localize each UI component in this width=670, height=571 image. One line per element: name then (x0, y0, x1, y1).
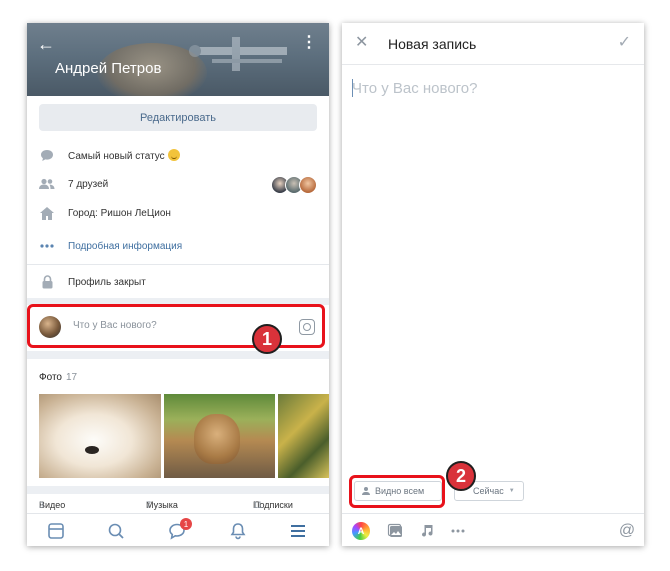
photo-thumbnail-cub[interactable] (164, 394, 275, 478)
photo-thumbnail-fox[interactable] (39, 394, 161, 478)
post-attachments-toolbar: A @ (342, 513, 644, 546)
menu-icon[interactable] (289, 522, 307, 540)
divider (27, 264, 329, 265)
friends-row[interactable]: 7 друзей (27, 170, 329, 198)
profile-cover: ← ⋮ Андрей Петров (27, 23, 329, 96)
friends-avatars[interactable] (271, 176, 317, 194)
lock-icon (39, 274, 55, 290)
notifications-icon[interactable] (229, 522, 247, 540)
smiley-emoji-icon (167, 148, 180, 161)
bottom-tab-bar: 1 (27, 513, 329, 546)
friends-icon (39, 176, 55, 192)
new-post-header: ✕ Новая запись ✓ (342, 23, 644, 65)
status-text: Самый новый статус (68, 150, 165, 162)
more-info-row[interactable]: Подробная информация (27, 232, 329, 260)
more-dots-icon (39, 238, 55, 254)
close-icon[interactable]: ✕ (355, 35, 368, 51)
edit-profile-button[interactable]: Редактировать (39, 104, 317, 131)
profile-counts-row: Видео 3 Музыка 7 Подписки 11 (27, 500, 329, 514)
section-gap (27, 486, 329, 494)
check-icon[interactable]: ✓ (618, 35, 631, 51)
friends-count: 7 друзей (68, 178, 109, 190)
more-horizontal-icon[interactable] (449, 522, 467, 540)
section-gap (27, 351, 329, 359)
friend-avatar (299, 176, 317, 194)
profile-screen: ← ⋮ Андрей Петров Редактировать Самый но… (27, 23, 329, 546)
more-info-link[interactable]: Подробная информация (68, 241, 182, 252)
chevron-down-icon: ▼ (508, 488, 515, 494)
photo-icon[interactable] (387, 522, 405, 540)
mention-icon[interactable]: @ (618, 522, 636, 540)
subscriptions-count: 11 (253, 500, 263, 510)
search-icon[interactable] (107, 522, 125, 540)
new-post-title: Новая запись (388, 36, 477, 52)
news-icon[interactable] (47, 522, 65, 540)
private-profile-row: Профиль закрыт (27, 268, 329, 296)
photos-header[interactable]: Фото 17 (39, 372, 77, 383)
city-row: Город: Ришон ЛеЦион (27, 199, 329, 227)
cover-image-plane (189, 37, 287, 71)
messages-badge: 1 (180, 518, 192, 530)
photos-count: 17 (65, 372, 78, 383)
step-badge-2: 2 (446, 461, 476, 491)
home-icon (39, 205, 55, 221)
highlight-visibility-button (349, 475, 445, 508)
more-vertical-icon[interactable]: ⋮ (301, 35, 317, 51)
photos-title: Фото (39, 372, 62, 383)
private-profile-text: Профиль закрыт (68, 276, 146, 288)
status-row[interactable]: Самый новый статус (27, 141, 329, 169)
photo-thumbnail-flowers[interactable] (278, 394, 329, 478)
text-style-icon[interactable]: A (352, 522, 370, 540)
new-post-screen: ✕ Новая запись ✓ Что у Вас нового? Видно… (342, 23, 644, 546)
publish-time-label: Сейчас (473, 486, 504, 496)
videos-count: 3 (39, 500, 45, 510)
back-arrow-icon[interactable]: ← (37, 35, 55, 53)
step-badge-1: 1 (252, 324, 282, 354)
message-bubble-icon (39, 147, 55, 163)
post-text-input[interactable]: Что у Вас нового? (352, 80, 478, 97)
music-icon[interactable] (419, 522, 437, 540)
city-text: Город: Ришон ЛеЦион (68, 207, 171, 219)
music-count: 7 (146, 500, 152, 510)
profile-name: Андрей Петров (55, 60, 162, 77)
